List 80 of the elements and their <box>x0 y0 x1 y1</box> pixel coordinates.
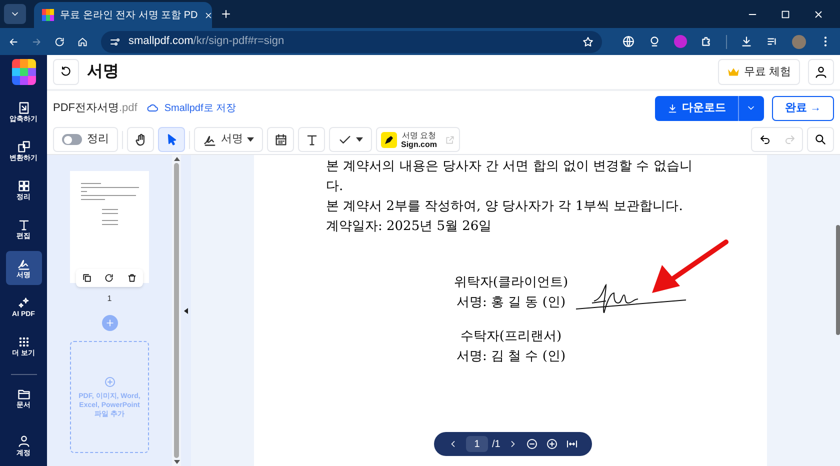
signature-line: 서명: 홍 길 동 (인) <box>456 294 566 312</box>
signature-line: 서명: 김 철 수 (인) <box>456 348 566 366</box>
signature-icon <box>16 257 30 271</box>
search-button[interactable] <box>807 127 834 152</box>
redo-icon <box>784 134 796 146</box>
fit-width-icon[interactable] <box>566 438 578 450</box>
undo-icon <box>60 66 72 78</box>
organize-toggle[interactable]: 정리 <box>53 127 118 152</box>
folder-icon <box>16 387 30 401</box>
home-icon[interactable] <box>77 36 88 48</box>
external-link-icon <box>445 134 456 144</box>
plus-circle-icon <box>104 376 116 388</box>
url-text: smallpdf.com/kr/sign-pdf#r=sign <box>128 34 284 50</box>
duplicate-icon[interactable] <box>82 273 92 283</box>
compress-icon <box>16 101 30 115</box>
handwritten-signature[interactable] <box>576 281 686 313</box>
browser-tab[interactable]: 무료 온라인 전자 서명 포함 PD <box>34 2 212 28</box>
tool-button[interactable] <box>127 127 154 152</box>
download-button[interactable]: 다운로드 <box>654 96 738 120</box>
caret-icon <box>356 137 363 142</box>
download-split-button[interactable]: 다운로드 <box>654 96 764 120</box>
save-link[interactable]: Smallpdf로 저장 <box>145 100 236 116</box>
file-name: PDF전자서명.pdf <box>53 100 138 116</box>
logo-icon[interactable] <box>12 59 36 85</box>
search-icon <box>814 133 827 146</box>
document-paragraph: 본 계약서의 내용은 당사자 간 서면 합의 없이 변경할 수 없습니 다. <box>326 158 694 196</box>
sparkle-icon <box>16 296 30 310</box>
convert-icon <box>16 140 30 154</box>
text-icon <box>16 218 30 232</box>
new-tab-icon[interactable] <box>220 8 232 20</box>
tab-title: 무료 온라인 전자 서명 포함 PD <box>60 8 198 22</box>
close-icon[interactable] <box>813 8 824 20</box>
cloud-icon <box>145 102 160 114</box>
zoom-out-icon[interactable] <box>526 438 538 450</box>
tool-button[interactable] <box>298 127 325 152</box>
rotate-icon[interactable] <box>104 273 114 283</box>
caret-icon <box>247 137 254 142</box>
tool-button[interactable]: 서명 <box>194 127 263 152</box>
reload-icon[interactable] <box>54 36 66 48</box>
done-button[interactable]: 완료 → <box>772 96 834 120</box>
pen-nib-icon <box>381 132 397 148</box>
text-icon <box>304 132 318 146</box>
grid-icon <box>16 179 30 193</box>
user-icon <box>16 434 30 448</box>
user-icon <box>814 65 828 79</box>
page-total: /1 <box>492 438 500 452</box>
address-field[interactable]: smallpdf.com/kr/sign-pdf#r=sign <box>100 30 602 52</box>
undo-icon <box>758 134 770 146</box>
maximize-icon[interactable] <box>780 8 791 20</box>
tab-list-button[interactable] <box>4 4 26 24</box>
party-role: 위탁자(클라이언트) <box>454 274 568 292</box>
download-icon[interactable] <box>740 35 754 48</box>
site-settings-icon[interactable] <box>108 36 120 48</box>
document-paragraph: 본 계약서 2부를 작성하여, 양 당사자가 각 1부씩 보관합니다. <box>326 198 684 216</box>
page-title: 서명 <box>87 62 119 82</box>
download-icon <box>666 102 678 114</box>
document-paragraph: 계약일자: 2025년 5월 26일 <box>326 218 493 236</box>
close-icon[interactable] <box>204 10 213 20</box>
favicon-icon <box>42 9 54 21</box>
hand-icon <box>134 132 148 146</box>
crown-icon <box>726 66 740 78</box>
scrollbar[interactable] <box>836 225 840 335</box>
collapse-icon[interactable] <box>184 308 188 314</box>
party-role: 수탁자(프리랜서) <box>460 328 562 346</box>
calendar-icon <box>274 132 288 146</box>
page-number: 1 <box>107 293 112 305</box>
page-input[interactable]: 1 <box>466 436 488 452</box>
zoom-in-icon[interactable] <box>546 438 558 450</box>
dots-grid-icon <box>16 335 30 349</box>
globe-icon[interactable] <box>622 35 636 48</box>
tool-button[interactable] <box>329 127 372 152</box>
star-icon[interactable] <box>582 36 594 48</box>
sign-request-button[interactable]: 서명 요청 Sign.com <box>376 127 460 152</box>
back-button[interactable] <box>53 59 79 85</box>
account-button[interactable] <box>808 59 834 85</box>
plus-icon <box>104 318 114 328</box>
scrollbar[interactable] <box>172 155 181 466</box>
free-trial-button[interactable]: 무료 체험 <box>718 59 800 85</box>
trash-icon[interactable] <box>126 273 137 283</box>
tool-button[interactable] <box>267 127 294 152</box>
